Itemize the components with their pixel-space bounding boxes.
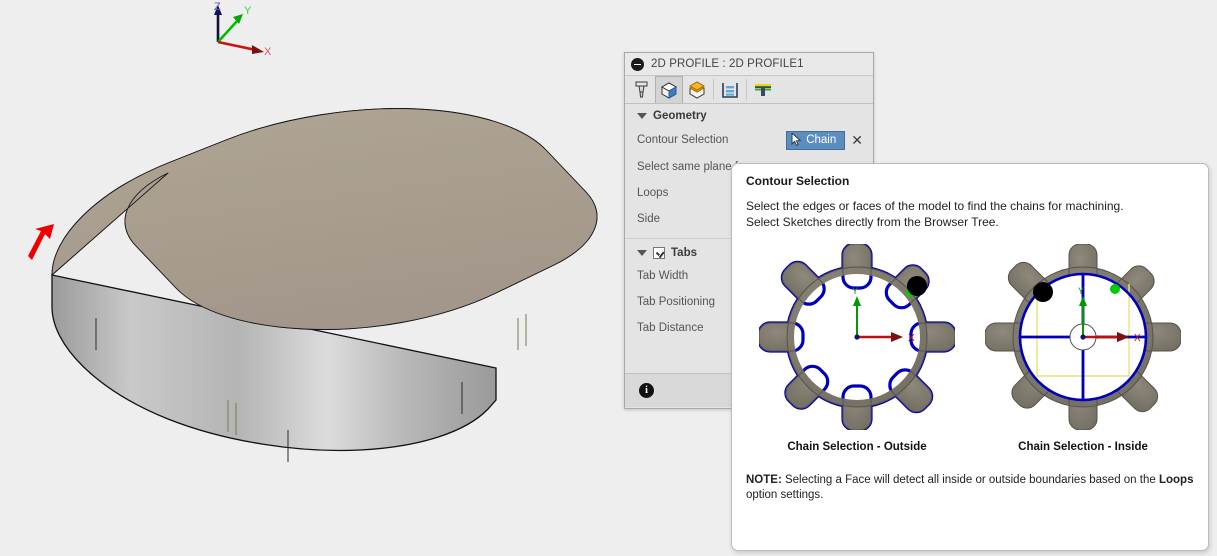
caret-down-icon[interactable] [637,113,647,119]
geometry-section-header[interactable]: Geometry [625,104,873,126]
row-contour-selection[interactable]: Contour Selection Chain ✕ [625,126,873,154]
svg-text:Y: Y [1078,286,1084,296]
tabs-enable-checkbox[interactable] [653,247,665,259]
tooltip-figures: Y X Chain Selection - Outside Y X Chain … [720,200,1217,474]
linking-tab[interactable] [749,76,777,103]
screen-root: Z Y X 2D PROFILE : 2D PROFILE1 Geometry … [0,0,1217,556]
info-circle-icon[interactable]: i [639,383,654,398]
tab-width-label: Tab Width [637,270,689,282]
heights-tab[interactable] [683,76,711,103]
note-text-1: Selecting a Face will detect all inside … [781,474,1159,486]
svg-text:X: X [908,333,915,344]
tooltip-body: Select the edges or faces of the model t… [746,198,1196,230]
tab-positioning-label: Tab Positioning [637,296,715,308]
geometry-section-title: Geometry [653,110,707,122]
note-bold-loops: Loops [1158,474,1194,486]
gear-inside-diagram: Y X [947,201,1217,473]
tooltip-body-line2: Select Sketches directly from the Browse… [746,215,999,229]
svg-text:Y: Y [852,286,858,296]
svg-text:X: X [1134,333,1141,344]
axis-triad: Z Y X [214,1,272,55]
side-label: Side [637,213,661,225]
black-point-marker-inside [1033,282,1053,302]
model-3d-plate[interactable] [0,0,620,556]
contour-selection-tooltip: Contour Selection Select the edges or fa… [720,163,1217,551]
tab-separator-2 [746,79,747,100]
clear-selection-icon[interactable]: ✕ [851,133,863,147]
triad-y-label: Y [244,5,252,17]
black-point-marker [907,276,927,296]
passes-layers-icon [722,83,738,98]
select-same-plane-label: Select same plane f [637,161,739,173]
note-prefix: NOTE: [746,474,782,486]
endmill-tool-icon [635,81,647,98]
outside-figure-caption: Chain Selection - Outside [787,441,927,453]
gear-outside-diagram: Y X [720,200,994,474]
tabs-section-title: Tabs [671,247,697,259]
contour-selection-label: Contour Selection [637,134,729,146]
caret-down-icon-tabs[interactable] [637,250,647,256]
green-start-marker-inside [1110,284,1120,294]
tooltip-title: Contour Selection [746,174,850,188]
cursor-arrow-icon [791,133,802,146]
geometry-tab[interactable] [655,76,683,103]
triad-z-label: Z [214,1,221,13]
tooltip-note: NOTE: Selecting a Face will detect all i… [746,473,1196,503]
tooltip-body-line1: Select the edges or faces of the model t… [746,199,1124,213]
inside-figure-caption: Chain Selection - Inside [1018,441,1148,453]
minus-circle-icon[interactable] [631,57,644,71]
chain-button-label: Chain [806,133,837,146]
annotation-arrow-icon [28,224,54,260]
tab-distance-label: Tab Distance [637,322,704,334]
tab-separator-1 [713,79,714,100]
chain-selection-outside-figure: Y X Chain Selection - Outside [720,200,994,474]
passes-tab[interactable] [716,76,744,103]
cad-viewport[interactable]: Z Y X [0,0,620,556]
heights-box-icon [688,81,706,99]
linking-ramp-icon [755,84,771,96]
dialog-title-bar[interactable]: 2D PROFILE : 2D PROFILE1 [625,53,873,76]
geometry-box-icon [660,82,678,99]
dialog-tab-strip[interactable] [625,76,873,104]
triad-x-label: X [264,46,272,55]
chain-selection-inside-figure: Y X Chain Selection - Inside [947,201,1217,473]
loops-label: Loops [637,187,669,199]
note-text-2: option settings. [746,489,824,501]
chain-select-button[interactable]: Chain [786,130,846,150]
tool-tab[interactable] [627,76,655,103]
dialog-title: 2D PROFILE : 2D PROFILE1 [651,58,804,70]
